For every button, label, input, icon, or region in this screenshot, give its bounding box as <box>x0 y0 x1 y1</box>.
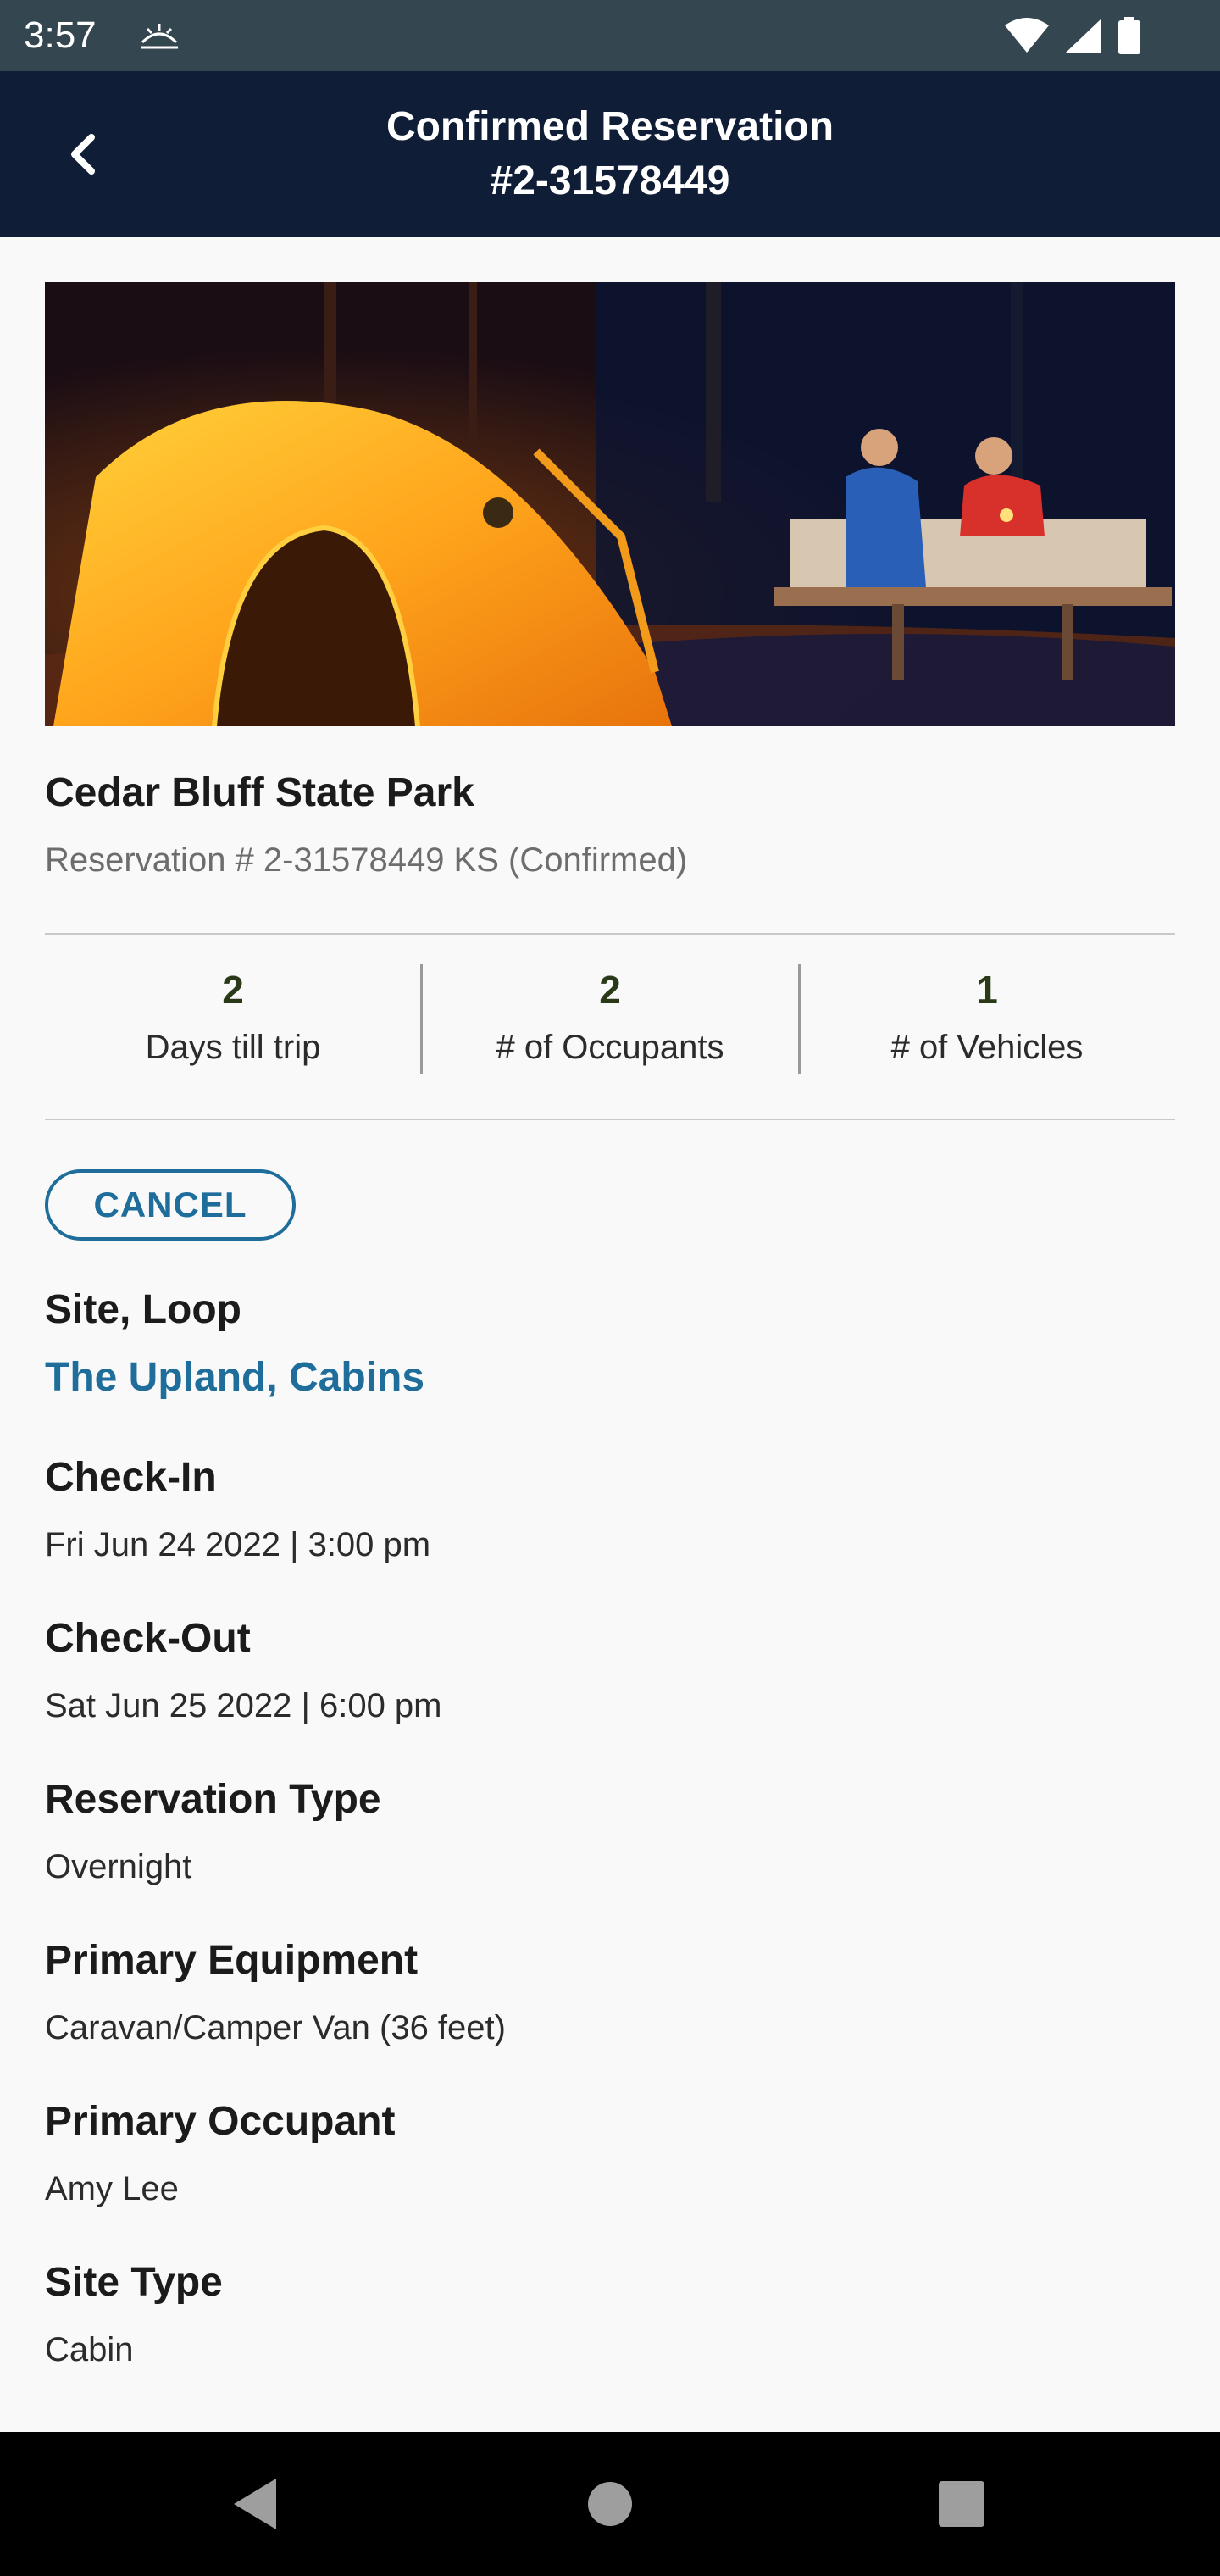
reservation-type-label: Reservation Type <box>45 1777 381 1822</box>
cancel-button[interactable]: CANCEL <box>45 1169 296 1241</box>
stat-occupants: 2 # of Occupants <box>422 964 798 1074</box>
primary-equipment-label: Primary Equipment <box>45 1938 419 1983</box>
status-time: 3:57 <box>24 14 97 56</box>
stat-value: 2 <box>599 968 621 1012</box>
primary-occupant-value: Amy Lee <box>45 2170 179 2207</box>
stat-value: 1 <box>976 968 998 1012</box>
signal-icon <box>1066 19 1101 53</box>
wifi-icon <box>1005 18 1049 53</box>
battery-icon <box>1118 17 1140 54</box>
check-in-label: Check-In <box>45 1455 217 1500</box>
chevron-left-icon <box>71 134 95 175</box>
site-type-value: Cabin <box>45 2331 134 2368</box>
site-type-label: Site Type <box>45 2260 223 2305</box>
site-loop-link[interactable]: The Upland, Cabins <box>45 1354 424 1401</box>
stat-label: # of Occupants <box>496 1029 724 1066</box>
reservation-type-value: Overnight <box>45 1848 192 1885</box>
status-bar: 3:57 <box>0 0 1220 71</box>
check-out-label: Check-Out <box>45 1616 251 1661</box>
system-nav-bar <box>0 2432 1220 2576</box>
divider <box>45 1119 1175 1120</box>
primary-occupant-label: Primary Occupant <box>45 2099 396 2144</box>
site-loop-label: Site, Loop <box>45 1287 241 1332</box>
page-title: Confirmed Reservation #2-31578449 <box>220 100 1000 208</box>
status-icons <box>1003 12 1190 59</box>
nav-back-icon[interactable] <box>217 2466 293 2542</box>
title-line-1: Confirmed Reservation <box>385 104 835 149</box>
nav-home-icon[interactable] <box>572 2466 648 2542</box>
stat-label: Days till trip <box>145 1029 321 1066</box>
park-photo <box>45 282 1175 726</box>
camping-photo-illustration <box>45 282 1175 726</box>
divider <box>45 933 1175 935</box>
check-in-value: Fri Jun 24 2022 | 3:00 pm <box>45 1526 431 1563</box>
title-line-2: #2-31578449 <box>490 158 730 203</box>
back-button[interactable] <box>53 122 117 186</box>
primary-equipment-value: Caravan/Camper Van (36 feet) <box>45 2009 506 2046</box>
stat-label: # of Vehicles <box>890 1029 1084 1066</box>
nav-recents-icon[interactable] <box>923 2466 1000 2542</box>
stat-vehicles: 1 # of Vehicles <box>799 964 1175 1074</box>
stat-days-till-trip: 2 Days till trip <box>45 964 421 1074</box>
trip-stats: 2 Days till trip 2 # of Occupants 1 # of… <box>45 964 1175 1074</box>
check-out-value: Sat Jun 25 2022 | 6:00 pm <box>45 1687 442 1724</box>
stat-value: 2 <box>222 968 244 1012</box>
weather-icon <box>141 24 178 49</box>
reservation-line: Reservation # 2-31578449 KS (Confirmed) <box>45 841 688 879</box>
app-header: Confirmed Reservation #2-31578449 <box>0 71 1220 237</box>
park-name: Cedar Bluff State Park <box>45 770 474 815</box>
